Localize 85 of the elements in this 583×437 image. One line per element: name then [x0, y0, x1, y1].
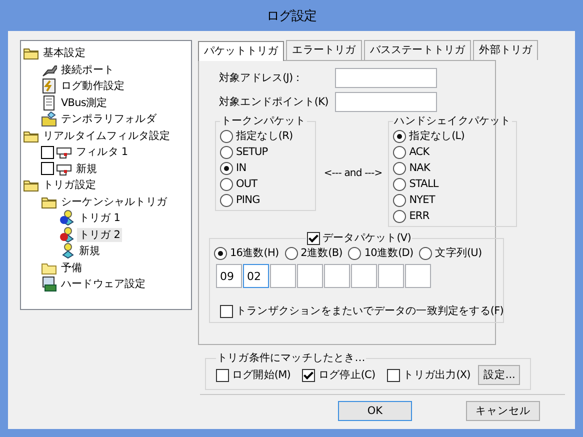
- option-label: IN: [236, 162, 246, 174]
- tree-item[interactable]: ハードウェア設定: [59, 277, 148, 292]
- field-label: 対象エンドポイント(K): [219, 94, 330, 108]
- tab[interactable]: エラートリガ: [286, 40, 362, 60]
- tree-item[interactable]: トリガ設定: [41, 178, 98, 192]
- option-label: ACK: [409, 146, 430, 158]
- checkbox-label: データパケット(V): [322, 231, 411, 245]
- checkbox-label: トランザクションをまたいでデータの一致判定をする(F): [236, 304, 504, 318]
- tree-item[interactable]: トリガ 2: [77, 228, 122, 242]
- radio-button[interactable]: [284, 246, 298, 260]
- tree-item[interactable]: フィルタ 1: [74, 145, 130, 160]
- option-label: 指定なし(R): [236, 129, 293, 143]
- radio-button[interactable]: [220, 194, 233, 206]
- radio-button[interactable]: [393, 178, 406, 190]
- option-label: 2進数(B): [300, 246, 342, 260]
- tree-item[interactable]: 予備: [59, 260, 84, 275]
- radio-button[interactable]: [393, 194, 406, 206]
- checkbox[interactable]: [306, 232, 320, 244]
- checkbox[interactable]: [302, 368, 316, 382]
- group-title: トークンパケット: [220, 114, 307, 128]
- radio-button[interactable]: [220, 130, 233, 142]
- byte-field[interactable]: 02: [243, 264, 269, 288]
- option-label: SETUP: [236, 146, 268, 158]
- tree-item[interactable]: 新規: [77, 244, 102, 258]
- tree-item[interactable]: 新規: [74, 162, 100, 176]
- field-label: 対象アドレス(J)：: [219, 70, 304, 84]
- tree-item[interactable]: VBus測定: [59, 96, 110, 110]
- input-field[interactable]: [335, 92, 437, 112]
- tree-item[interactable]: 基本設定: [41, 46, 88, 60]
- tab[interactable]: パケットトリガ: [198, 41, 284, 61]
- folder-icon: [41, 111, 57, 128]
- option-label: NAK: [409, 162, 430, 174]
- radio-button[interactable]: [419, 246, 432, 260]
- option-label: STALL: [409, 178, 438, 190]
- checkbox[interactable]: [41, 162, 54, 176]
- option-label: 10進数(D): [364, 246, 414, 260]
- group-title: トリガ条件にマッチしたとき…: [216, 351, 366, 365]
- tab[interactable]: バスステートトリガ: [364, 40, 472, 60]
- radio-button[interactable]: [220, 178, 233, 190]
- option-label: OUT: [236, 178, 258, 190]
- option-label: 文字列(U): [435, 246, 482, 260]
- dialog-button[interactable]: キャンセル: [466, 401, 540, 421]
- radio-button[interactable]: [393, 162, 406, 174]
- and-label: <--- and --->: [324, 168, 382, 179]
- checkbox-label: ログ停止(C): [318, 368, 376, 382]
- option-label: ERR: [409, 210, 430, 222]
- tree-item[interactable]: テンポラリフォルダ: [59, 112, 158, 126]
- radio-button[interactable]: [220, 146, 233, 158]
- byte-field[interactable]: [270, 264, 296, 288]
- lightning-icon: [41, 78, 57, 94]
- radio-button[interactable]: [393, 130, 406, 142]
- checkbox[interactable]: [387, 368, 400, 382]
- radio-button[interactable]: [220, 162, 233, 174]
- option-label: 16進数(H): [230, 246, 279, 260]
- checkbox-label: ログ開始(M): [232, 368, 290, 382]
- checkbox[interactable]: [220, 304, 233, 318]
- byte-field[interactable]: [324, 264, 350, 288]
- byte-field[interactable]: 09: [216, 264, 242, 288]
- tree-item[interactable]: シーケンシャルトリガ: [59, 194, 170, 209]
- tree-item[interactable]: 接続ポート: [59, 62, 116, 77]
- document-icon: [41, 94, 57, 111]
- radio-button[interactable]: [214, 246, 227, 260]
- checkbox[interactable]: [216, 368, 229, 382]
- dialog-button[interactable]: OK: [338, 401, 412, 421]
- group-title: ハンドシェイクパケット: [393, 114, 512, 128]
- hardware-icon: [41, 276, 57, 292]
- option-label: 指定なし(L): [409, 129, 464, 143]
- byte-field[interactable]: [378, 264, 404, 288]
- settings-button[interactable]: 設定...: [478, 365, 520, 385]
- radio-button[interactable]: [348, 246, 362, 260]
- checkbox-label: トリガ出力(X): [403, 368, 470, 382]
- tree-item[interactable]: トリガ 1: [77, 211, 122, 226]
- tab[interactable]: 外部トリガ: [473, 40, 538, 60]
- window-title: ログ設定: [266, 8, 317, 24]
- option-label: NYET: [409, 194, 435, 206]
- byte-field[interactable]: [405, 264, 431, 288]
- checkbox[interactable]: [41, 146, 54, 159]
- radio-button[interactable]: [393, 146, 406, 158]
- byte-field[interactable]: [297, 264, 323, 288]
- input-field[interactable]: [335, 68, 437, 88]
- radio-button[interactable]: [393, 210, 406, 222]
- byte-field[interactable]: [351, 264, 377, 288]
- tree-item[interactable]: ログ動作設定: [59, 79, 127, 94]
- tree-item[interactable]: リアルタイムフィルタ設定: [41, 128, 172, 143]
- option-label: PING: [236, 194, 260, 206]
